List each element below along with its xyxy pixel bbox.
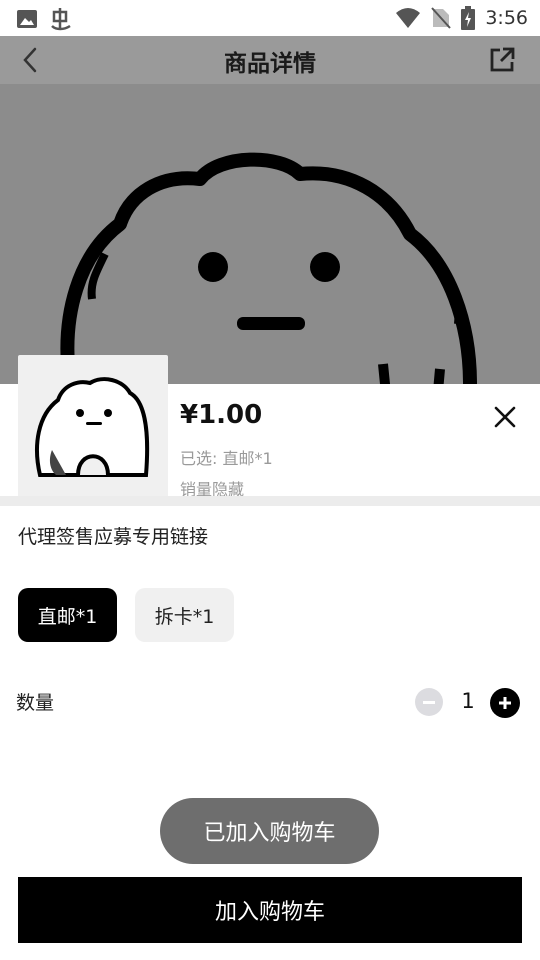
app-header: 商品详情 — [0, 36, 540, 84]
clock: 3:56 — [485, 7, 528, 29]
close-icon — [494, 406, 516, 428]
quantity-value: 1 — [461, 689, 475, 713]
status-bar: 3:56 — [0, 0, 540, 36]
minus-icon — [423, 700, 435, 704]
bug-app-icon — [51, 8, 71, 31]
product-thumbnail — [18, 355, 168, 505]
option-unbox-card[interactable]: 拆卡*1 — [135, 588, 234, 642]
divider — [0, 496, 540, 506]
image-icon — [17, 10, 37, 28]
quantity-increase-button[interactable] — [490, 688, 520, 718]
price: ¥1.00 — [180, 400, 263, 430]
share-button[interactable] — [486, 44, 518, 76]
close-button[interactable] — [488, 400, 522, 434]
plus-icon — [499, 697, 511, 709]
quantity-decrease-button[interactable] — [415, 688, 443, 716]
selected-spec-text: 已选: 直邮*1 — [180, 449, 273, 468]
option-direct-mail[interactable]: 直邮*1 — [18, 588, 117, 642]
quantity-label: 数量 — [16, 692, 55, 714]
toast-message: 已加入购物车 — [160, 798, 379, 864]
share-icon — [490, 47, 515, 72]
spec-title: 代理签售应募专用链接 — [18, 526, 209, 548]
page-title: 商品详情 — [224, 51, 316, 77]
wifi-icon — [396, 8, 421, 28]
add-to-cart-button[interactable]: 加入购物车 — [18, 877, 522, 943]
yeti-thumbnail-illustration — [35, 377, 150, 477]
battery-icon — [461, 6, 476, 30]
no-sim-icon — [431, 7, 452, 29]
